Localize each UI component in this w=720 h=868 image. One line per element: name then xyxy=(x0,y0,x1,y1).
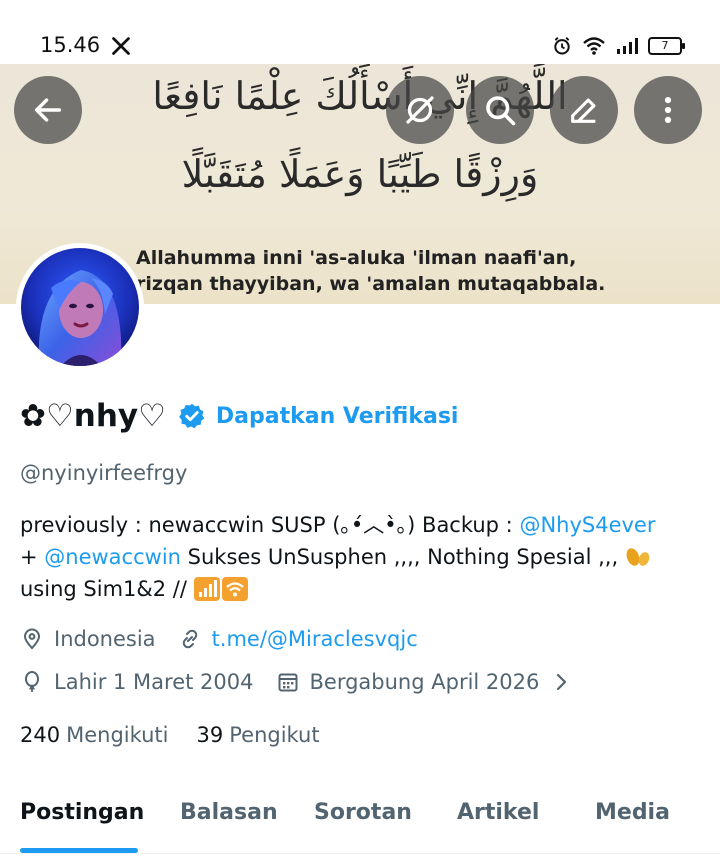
battery-icon: 7 xyxy=(648,37,685,55)
edit-profile-button[interactable] xyxy=(550,76,618,144)
status-indicators: 7 xyxy=(552,36,685,56)
alarm-icon xyxy=(554,37,570,55)
search-icon xyxy=(486,96,516,126)
profile-bio: previously : newaccwin SUSP (｡•́︿•̀｡) Ba… xyxy=(20,509,700,605)
get-verified-link[interactable]: Dapatkan Verifikasi xyxy=(216,404,459,429)
display-name: ✿♡nhy♡ xyxy=(20,398,166,434)
website-link[interactable]: t.me/@Miraclesvqjc xyxy=(212,627,418,651)
profile-meta-row-location: Indonesia t.me/@Miraclesvqjc xyxy=(20,627,418,651)
verified-badge-icon[interactable] xyxy=(178,402,206,430)
bio-mention-link[interactable]: @newaccwin xyxy=(44,545,181,569)
calendar-icon xyxy=(278,673,297,692)
following-count: 240 xyxy=(20,723,61,747)
avatar xyxy=(21,248,139,366)
search-button[interactable] xyxy=(466,76,534,144)
wifi-icon xyxy=(583,37,605,55)
tab-artikel[interactable]: Artikel xyxy=(457,800,539,825)
leaf-emoji-icon xyxy=(626,548,650,566)
signal-bars-emoji-icon xyxy=(193,577,220,601)
grok-button[interactable] xyxy=(386,76,454,144)
profile-meta-row-dates: Lahir 1 Maret 2004 Bergabung April 2026 xyxy=(20,670,573,694)
following-label: Mengikuti xyxy=(66,723,169,747)
grok-icon xyxy=(406,96,434,124)
tab-sorotan[interactable]: Sorotan xyxy=(314,800,412,825)
banner-arabic-line-2: وَرِزْقًا طَيِّبًا وَعَمَلًا مُتَقَبَّلً… xyxy=(181,152,539,196)
balloon-icon xyxy=(25,671,39,692)
followers-count: 39 xyxy=(196,723,224,747)
followers-stat[interactable]: 39 Pengikut xyxy=(197,723,320,747)
back-arrow-icon xyxy=(34,98,62,122)
location-icon xyxy=(23,628,41,650)
signal-icon xyxy=(617,38,638,54)
back-button[interactable] xyxy=(14,76,82,144)
profile-handle: @nyinyirfeefrgy xyxy=(20,461,188,485)
location-text: Indonesia xyxy=(54,627,156,651)
more-icon xyxy=(664,96,672,124)
avatar-frame[interactable] xyxy=(16,243,144,371)
status-time: 15.46 xyxy=(40,33,101,57)
birthday-text: Lahir 1 Maret 2004 xyxy=(54,670,254,694)
following-stat[interactable]: 240 Mengikuti xyxy=(20,723,169,747)
tab-media[interactable]: Media xyxy=(595,800,670,825)
chevron-right-icon[interactable] xyxy=(549,670,573,694)
tab-postingan[interactable]: Postingan xyxy=(20,800,144,825)
follow-stats: 240 Mengikuti 39 Pengikut xyxy=(20,723,320,747)
bio-text: previously : newaccwin SUSP (｡•́︿•̀｡) Ba… xyxy=(20,513,520,537)
edit-icon xyxy=(571,98,596,123)
status-bar: 15.46 7 xyxy=(0,0,720,64)
joined-text: Bergabung April 2026 xyxy=(309,670,540,694)
bio-mention-link[interactable]: @NhyS4ever xyxy=(519,513,655,537)
bio-text: using Sim1&2 // xyxy=(20,577,194,601)
profile-tabs: Postingan Balasan Sorotan Artikel Media xyxy=(0,790,720,852)
banner-translit-line-2: rizqan thayyiban, wa 'amalan mutaqabbala… xyxy=(136,273,606,295)
wifi-emoji-icon xyxy=(221,577,248,601)
followers-label: Pengikut xyxy=(229,723,320,747)
tab-balasan[interactable]: Balasan xyxy=(180,800,278,825)
tabs-divider xyxy=(0,853,720,854)
more-options-button[interactable] xyxy=(634,76,702,144)
link-icon xyxy=(182,629,197,649)
bio-text: Sukses UnSusphen ,,,, Nothing Spesial ,,… xyxy=(180,545,625,569)
banner-translit-line-1: Allahumma inni 'as-aluka 'ilman naafi'an… xyxy=(136,247,577,269)
profile-name-row: ✿♡nhy♡ Dapatkan Verifikasi xyxy=(20,398,458,434)
x-logo-icon xyxy=(112,37,130,55)
bio-text: + xyxy=(20,545,45,569)
